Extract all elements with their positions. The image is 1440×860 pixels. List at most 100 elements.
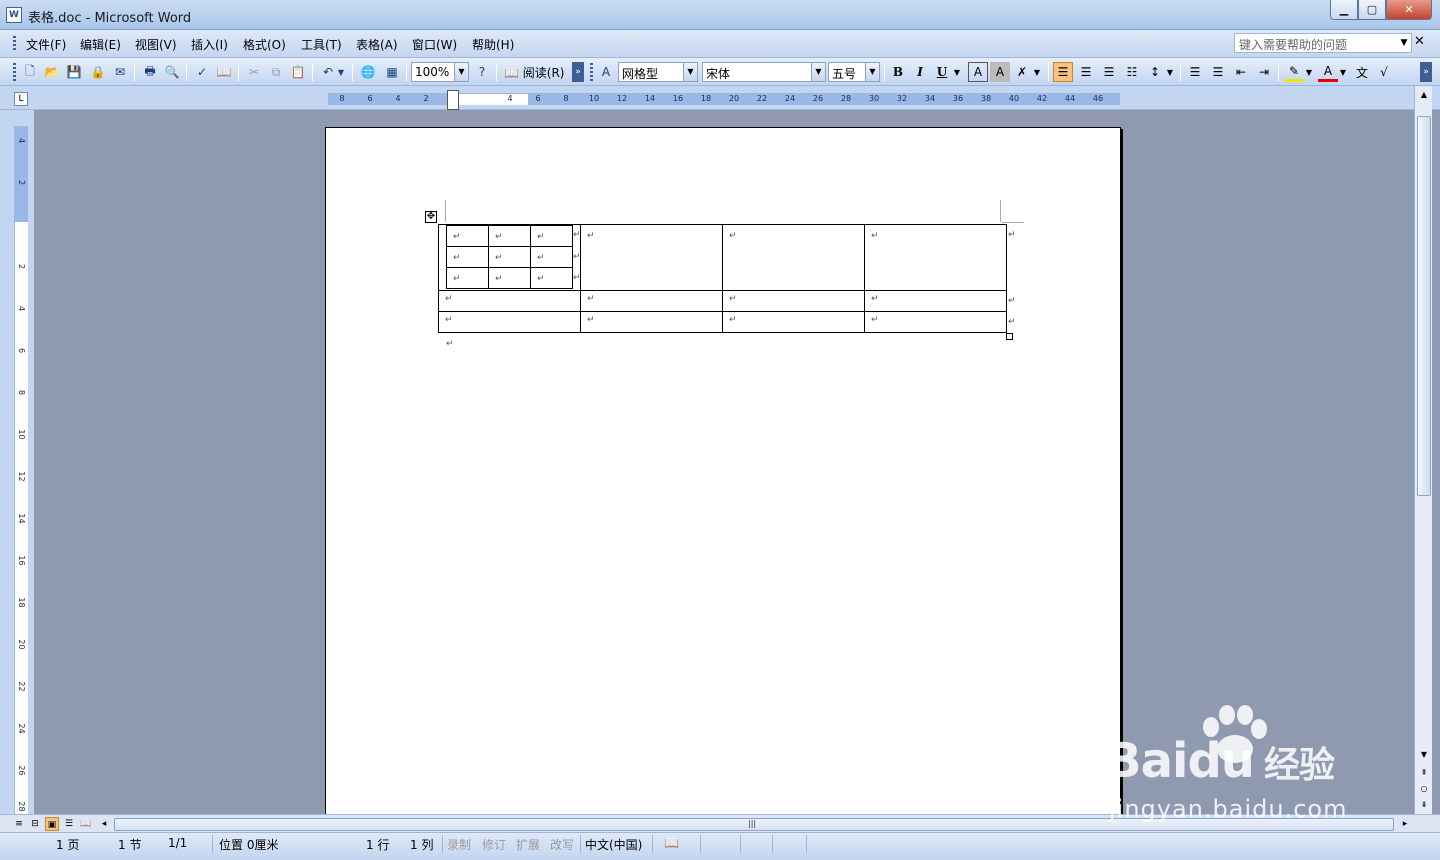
table-cell[interactable]: ↵ (446, 267, 489, 289)
menubar-grip-icon[interactable] (13, 36, 16, 52)
table-cell[interactable]: ↵ (438, 290, 581, 312)
table-cell[interactable]: ↵ (580, 224, 723, 291)
style-dropdown-icon[interactable]: ▼ (683, 63, 697, 81)
align-justify-icon[interactable]: ☰ (1053, 62, 1073, 82)
open-folder-icon[interactable]: 📂 (42, 62, 62, 82)
zoom-dropdown-icon[interactable]: ▼ (454, 63, 468, 81)
menu-view[interactable]: 视图(V) (135, 36, 177, 53)
table-cell[interactable]: ↵ (488, 225, 531, 247)
vertical-ruler[interactable]: 4 2 2 4 6 8 10 12 14 16 18 20 22 24 26 2… (14, 126, 28, 814)
numbering-icon[interactable]: ☰ (1185, 62, 1205, 82)
char-shading-icon[interactable]: A (990, 62, 1010, 82)
status-record[interactable]: 录制 (447, 836, 471, 853)
scroll-up-icon[interactable]: ▲ (1417, 88, 1431, 102)
new-doc-icon[interactable]: 🗋 (20, 62, 40, 82)
scroll-right-icon[interactable]: ▸ (1398, 817, 1412, 831)
menu-tools[interactable]: 工具(T) (301, 36, 342, 53)
table-cell[interactable]: ↵ (864, 290, 1007, 312)
table-cell[interactable]: ↵ (580, 311, 723, 333)
decrease-indent-icon[interactable]: ⇤ (1231, 62, 1251, 82)
phonetic-guide-icon[interactable]: 文 (1352, 62, 1372, 82)
hyperlink-icon[interactable]: 🌐 (358, 62, 378, 82)
research-icon[interactable]: 📖 (214, 62, 234, 82)
table-cell[interactable]: ↵ (488, 246, 531, 268)
zoom-select[interactable]: 100% ▼ (411, 62, 469, 82)
font-color-icon[interactable]: A (1318, 62, 1338, 82)
highlight-dropdown-icon[interactable]: ▼ (1304, 62, 1314, 82)
outline-view-icon[interactable]: ☰ (62, 817, 76, 831)
table-cell[interactable]: ↵ (722, 290, 865, 312)
menu-file[interactable]: 文件(F) (26, 36, 66, 53)
minimize-button[interactable]: ▁ (1330, 0, 1358, 20)
table-resize-handle-icon[interactable] (1006, 333, 1013, 340)
status-language[interactable]: 中文(中国) (585, 836, 642, 853)
next-page-icon[interactable]: ⇟ (1417, 798, 1431, 812)
font-select[interactable]: 宋体 ▼ (702, 62, 826, 82)
copy-icon[interactable]: ⧉ (266, 62, 286, 82)
line-spacing-icon[interactable]: ↕ (1145, 62, 1165, 82)
tables-borders-icon[interactable]: ▦ (382, 62, 402, 82)
document-table[interactable]: ↵ ↵ ↵ ↵ ↵ ↵ ↵ ↵ ↵ ↵ ↵ ↵ ↵ ↵ ↵ ↵ ↵ ↵ ↵ ↵ (438, 224, 1007, 333)
underline-button[interactable]: U (932, 62, 952, 82)
distributed-icon[interactable]: ☷ (1122, 62, 1142, 82)
print-preview-icon[interactable]: 🔍 (162, 62, 182, 82)
char-scale-dropdown-icon[interactable]: ▼ (1032, 62, 1042, 82)
menu-edit[interactable]: 编辑(E) (80, 36, 121, 53)
doc-close-icon[interactable]: ✕ (1414, 34, 1425, 49)
help-search-input[interactable]: 键入需要帮助的问题 (1234, 33, 1412, 53)
font-dropdown-icon[interactable]: ▼ (811, 63, 825, 81)
align-right-icon[interactable]: ☰ (1099, 62, 1119, 82)
table-cell[interactable]: ↵ (488, 267, 531, 289)
format-toolbar-options-icon[interactable]: » (1420, 62, 1432, 82)
table-move-handle-icon[interactable]: ✥ (425, 211, 437, 223)
cut-icon[interactable]: ✂ (244, 62, 264, 82)
equation-icon[interactable]: √ (1374, 62, 1394, 82)
web-layout-icon[interactable]: ⊟ (28, 817, 42, 831)
vertical-scrollbar[interactable]: ▲ ▼ ⇞ ○ ⇟ (1414, 86, 1432, 814)
tab-selector-icon[interactable]: L (14, 92, 28, 106)
table-cell[interactable]: ↵ (530, 225, 573, 247)
nested-table[interactable]: ↵ ↵ ↵ ↵ ↵ ↵ ↵ ↵ ↵ (446, 225, 573, 289)
line-spacing-dropdown-icon[interactable]: ▼ (1165, 62, 1175, 82)
undo-icon[interactable]: ↶ (318, 62, 338, 82)
font-color-dropdown-icon[interactable]: ▼ (1338, 62, 1348, 82)
print-layout-icon[interactable]: ▣ (45, 817, 59, 831)
toolbar-options-icon[interactable]: » (572, 62, 584, 82)
previous-page-icon[interactable]: ⇞ (1417, 766, 1431, 780)
styles-formatting-icon[interactable]: A (596, 62, 616, 82)
maximize-button[interactable]: ▢ (1358, 0, 1386, 20)
vertical-scroll-thumb[interactable] (1417, 116, 1431, 496)
paragraph-mark[interactable]: ↵ (446, 339, 454, 349)
close-button[interactable]: ✕ (1386, 0, 1432, 20)
reading-layout-icon[interactable]: 📖 (79, 817, 93, 831)
table-cell[interactable]: ↵ (530, 267, 573, 289)
table-cell[interactable]: ↵ (722, 311, 865, 333)
style-select[interactable]: 网格型 ▼ (618, 62, 698, 82)
table-cell[interactable]: ↵ (446, 246, 489, 268)
highlight-icon[interactable]: ✎ (1284, 62, 1304, 82)
table-cell[interactable]: ↵ (864, 224, 1007, 291)
menu-window[interactable]: 窗口(W) (412, 36, 457, 53)
word-app-icon[interactable]: W (6, 7, 22, 23)
table-cell[interactable]: ↵ ↵ ↵ ↵ ↵ ↵ ↵ ↵ ↵ (438, 224, 581, 291)
email-icon[interactable]: ✉ (110, 62, 130, 82)
normal-view-icon[interactable]: ≡ (12, 817, 26, 831)
bullets-icon[interactable]: ☰ (1208, 62, 1228, 82)
status-track-changes[interactable]: 修订 (482, 836, 506, 853)
size-dropdown-icon[interactable]: ▼ (865, 63, 879, 81)
permission-icon[interactable]: 🔒 (88, 62, 108, 82)
table-cell[interactable]: ↵ (438, 311, 581, 333)
undo-dropdown-icon[interactable]: ▼ (336, 62, 346, 82)
table-cell[interactable]: ↵ (446, 225, 489, 247)
char-border-icon[interactable]: A (968, 62, 988, 82)
align-center-icon[interactable]: ☰ (1076, 62, 1096, 82)
indent-marker-icon[interactable] (447, 90, 459, 110)
help-icon[interactable]: ? (472, 62, 492, 82)
menu-table[interactable]: 表格(A) (356, 36, 398, 53)
table-cell[interactable]: ↵ (722, 224, 865, 291)
scroll-down-icon[interactable]: ▼ (1417, 748, 1431, 762)
underline-dropdown-icon[interactable]: ▼ (952, 62, 962, 82)
scroll-left-icon[interactable]: ◂ (97, 817, 111, 831)
save-icon[interactable]: 💾 (64, 62, 84, 82)
italic-button[interactable]: I (910, 62, 930, 82)
